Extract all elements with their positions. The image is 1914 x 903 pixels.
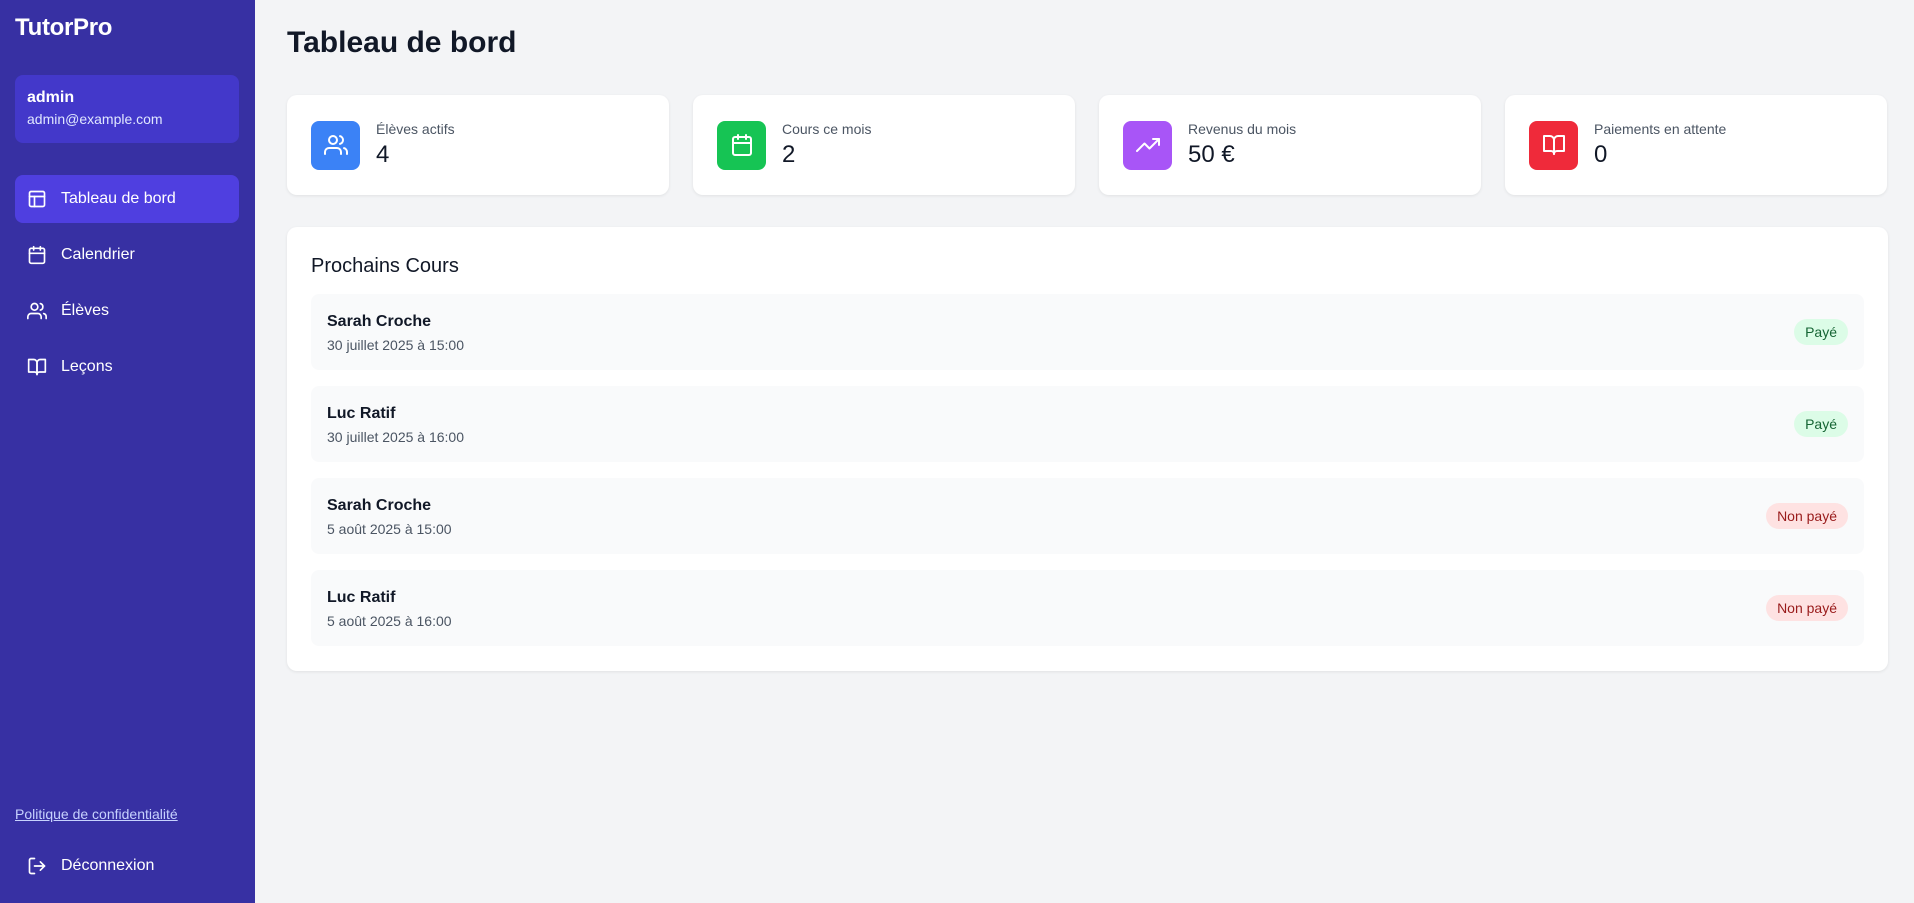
status-badge: Non payé	[1766, 595, 1848, 621]
sidebar-item-label: Élèves	[61, 302, 110, 319]
sidebar-item-lessons[interactable]: Leçons	[15, 343, 239, 391]
section-title: Prochains Cours	[311, 255, 459, 277]
upcoming-lessons-panel: Prochains Cours Sarah Croche 30 juillet …	[287, 227, 1888, 671]
lesson-date: 5 août 2025 à 16:00	[327, 613, 452, 629]
users-icon	[27, 302, 47, 320]
lesson-student: Luc Ratif	[327, 405, 396, 422]
stat-value: 2	[782, 141, 796, 168]
stat-label: Cours ce mois	[782, 121, 872, 137]
stat-icon-box	[1123, 120, 1172, 170]
log-out-icon	[28, 857, 46, 875]
trending-up-icon	[1135, 138, 1160, 152]
stats-row: Élèves actifs 4 Cours ce mois 2 Revenus …	[287, 95, 1888, 195]
lesson-date: 30 juillet 2025 à 15:00	[327, 337, 464, 353]
stat-label: Élèves actifs	[376, 121, 455, 137]
book-open-icon	[1542, 135, 1565, 155]
sidebar: TutorPro admin admin@example.com Tableau…	[0, 0, 255, 903]
sidebar-nav: Tableau de bord Calendrier Élèves Leçons	[15, 175, 239, 399]
users-icon	[323, 135, 348, 155]
calendar-icon	[731, 134, 752, 156]
stat-value: 50 €	[1188, 141, 1235, 168]
lesson-date: 5 août 2025 à 15:00	[327, 521, 452, 537]
user-card: admin admin@example.com	[15, 75, 239, 143]
stat-value: 0	[1594, 141, 1608, 168]
user-email: admin@example.com	[27, 111, 163, 127]
logout-label: Déconnexion	[61, 857, 155, 874]
user-name: admin	[27, 89, 75, 106]
stat-card-lessons-month: Cours ce mois 2	[693, 95, 1075, 195]
stat-card-pending-payments: Paiements en attente 0	[1505, 95, 1887, 195]
lesson-item[interactable]: Sarah Croche 30 juillet 2025 à 15:00 Pay…	[311, 294, 1864, 370]
book-icon	[27, 358, 47, 376]
status-badge: Payé	[1794, 411, 1848, 437]
lesson-date: 30 juillet 2025 à 16:00	[327, 429, 464, 445]
status-badge: Payé	[1794, 319, 1848, 345]
stat-icon-box	[311, 120, 360, 170]
lesson-student: Luc Ratif	[327, 589, 396, 606]
stat-label: Revenus du mois	[1188, 121, 1297, 137]
calendar-icon	[28, 245, 46, 265]
sidebar-item-students[interactable]: Élèves	[15, 287, 239, 335]
layout-icon	[28, 190, 46, 208]
stat-icon-box	[1529, 120, 1578, 170]
sidebar-item-label: Calendrier	[61, 246, 135, 263]
logout-button[interactable]: Déconnexion	[15, 842, 239, 890]
lesson-item[interactable]: Luc Ratif 30 juillet 2025 à 16:00 Payé	[311, 386, 1864, 462]
sidebar-item-label: Leçons	[61, 358, 113, 375]
stat-label: Paiements en attente	[1594, 121, 1727, 137]
app-logo[interactable]: TutorPro	[15, 14, 112, 42]
status-badge: Non payé	[1766, 503, 1848, 529]
lesson-student: Sarah Croche	[327, 497, 432, 514]
lesson-item[interactable]: Luc Ratif 5 août 2025 à 16:00 Non payé	[311, 570, 1864, 646]
page-title: Tableau de bord	[287, 26, 517, 59]
stat-card-revenue: Revenus du mois 50 €	[1099, 95, 1481, 195]
stat-icon-box	[717, 120, 766, 170]
lesson-list: Sarah Croche 30 juillet 2025 à 15:00 Pay…	[311, 294, 1864, 662]
lesson-student: Sarah Croche	[327, 313, 432, 330]
sidebar-item-label: Tableau de bord	[61, 190, 176, 207]
stat-card-active-students: Élèves actifs 4	[287, 95, 669, 195]
sidebar-item-calendar[interactable]: Calendrier	[15, 231, 239, 279]
stat-value: 4	[376, 141, 390, 168]
privacy-policy-link[interactable]: Politique de confidentialité	[15, 806, 178, 822]
lesson-item[interactable]: Sarah Croche 5 août 2025 à 15:00 Non pay…	[311, 478, 1864, 554]
sidebar-item-dashboard[interactable]: Tableau de bord	[15, 175, 239, 223]
